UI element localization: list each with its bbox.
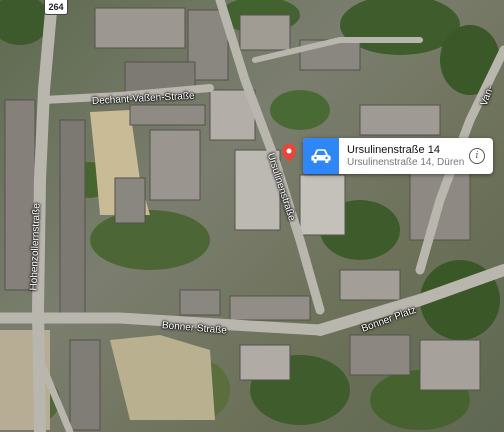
callout-title: Ursulinenstraße 14 bbox=[347, 143, 440, 156]
map-viewport[interactable]: 264 Dechant-Vaßen-Straße Hohenzollernstr… bbox=[0, 0, 504, 432]
callout-subtitle: Ursulinenstraße 14, Düren bbox=[347, 156, 465, 168]
directions-button[interactable] bbox=[303, 138, 339, 174]
info-icon[interactable]: i bbox=[469, 148, 485, 164]
car-icon bbox=[311, 149, 331, 163]
route-shield-264: 264 bbox=[44, 0, 68, 15]
callout-text: Ursulinenstraße 14 Ursulinenstraße 14, D… bbox=[339, 144, 469, 168]
satellite-map bbox=[0, 0, 504, 432]
location-pin-icon[interactable] bbox=[282, 144, 296, 162]
location-callout[interactable]: Ursulinenstraße 14 Ursulinenstraße 14, D… bbox=[303, 138, 493, 174]
